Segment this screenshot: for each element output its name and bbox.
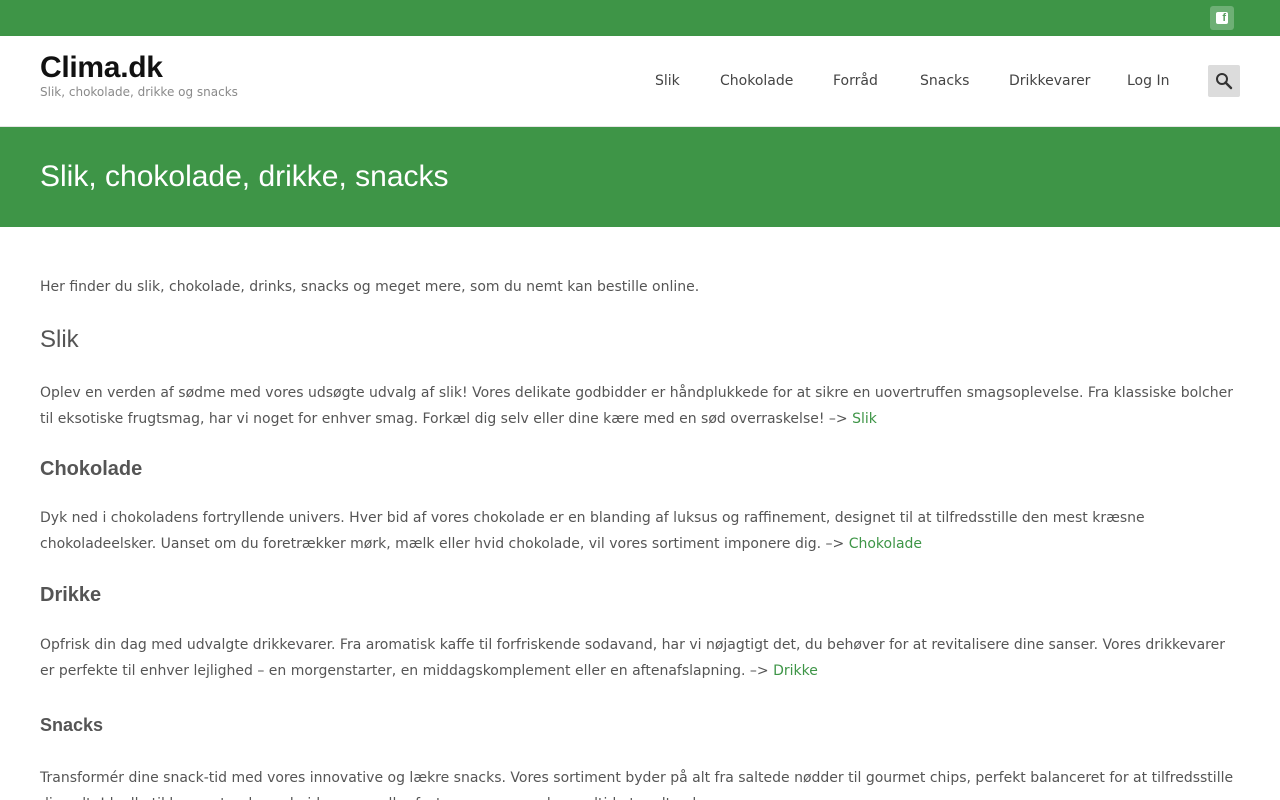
nav-item-log-in[interactable]: Log In [1127, 72, 1169, 90]
heading-slik: Slik [40, 326, 79, 353]
section-text-drikke: Opfrisk din dag med udvalgte drikkevarer… [40, 632, 1240, 684]
nav-item-chokolade[interactable]: Chokolade [720, 72, 793, 90]
facebook-icon[interactable]: f [1210, 6, 1234, 30]
section-body: Dyk ned i chokoladens fortryllende unive… [40, 510, 1145, 552]
section-text-slik: Oplev en verden af sødme med vores udsøg… [40, 380, 1240, 432]
page-title: Slik, chokolade, drikke, snacks [40, 160, 449, 193]
nav-item-snacks[interactable]: Snacks [920, 72, 969, 90]
site-header: Clima.dk Slik, chokolade, drikke og snac… [0, 36, 1280, 127]
heading-chokolade: Chokolade [40, 458, 143, 480]
site-title[interactable]: Clima.dk [40, 50, 163, 86]
section-body: Oplev en verden af sødme med vores udsøg… [40, 385, 1233, 427]
link-slik[interactable]: Slik [852, 411, 877, 427]
page-hero: Slik, chokolade, drikke, snacks [0, 127, 1280, 227]
heading-drikke: Drikke [40, 584, 102, 606]
top-bar: f [0, 0, 1280, 36]
nav-item-drikkevarer[interactable]: Drikkevarer [1009, 72, 1090, 90]
search-icon [1216, 73, 1233, 90]
site-tagline: Slik, chokolade, drikke og snacks [40, 85, 238, 99]
heading-snacks: Snacks [40, 715, 104, 735]
nav-item-forraad[interactable]: Forråd [833, 72, 878, 90]
section-body: Opfrisk din dag med udvalgte drikkevarer… [40, 637, 1225, 679]
section-text-snacks: Transformér dine snack-tid med vores inn… [40, 770, 1234, 800]
section-text-chokolade: Dyk ned i chokoladens fortryllende unive… [40, 505, 1240, 557]
search-button[interactable] [1208, 65, 1240, 97]
intro-text: Her finder du slik, chokolade, drinks, s… [40, 279, 700, 295]
nav-item-slik[interactable]: Slik [655, 72, 680, 90]
link-chokolade[interactable]: Chokolade [849, 536, 922, 552]
link-drikke[interactable]: Drikke [773, 663, 818, 679]
